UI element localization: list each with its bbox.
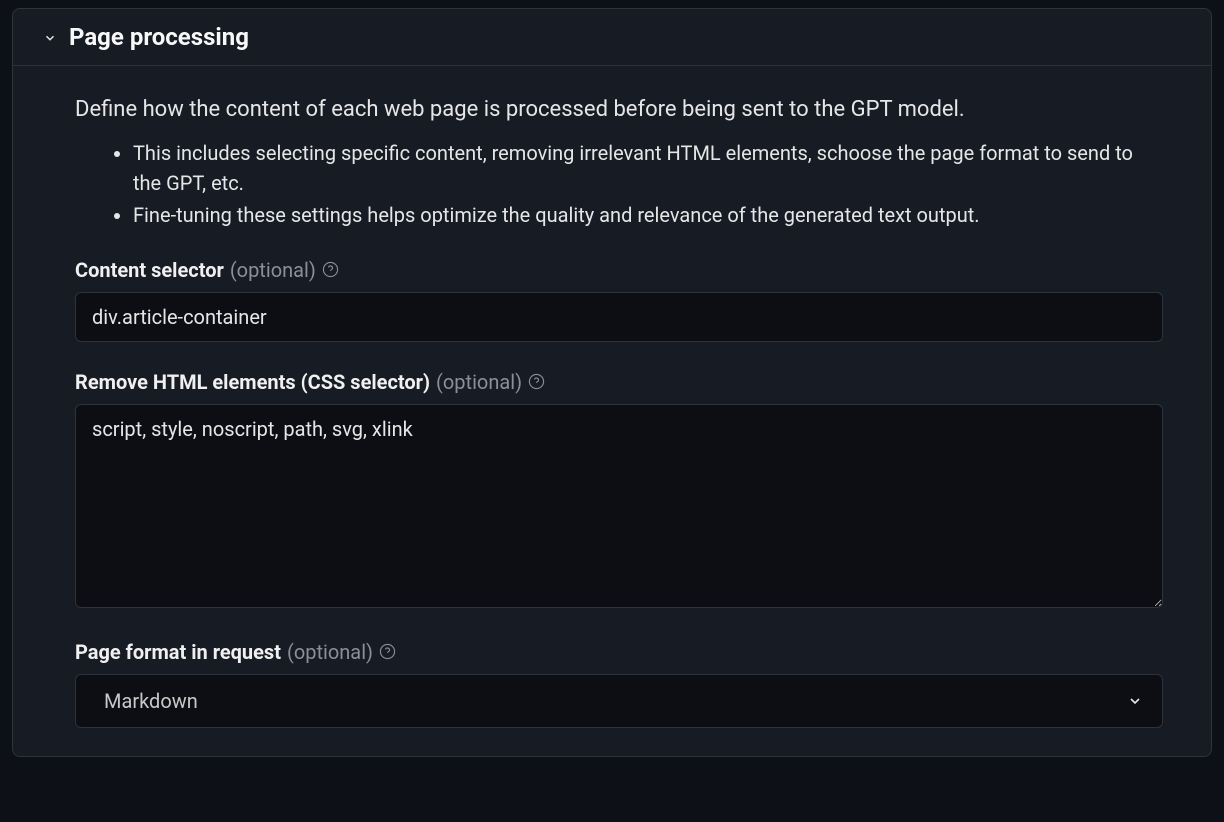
field-label-row: Content selector (optional) [75,258,1163,282]
select-wrapper: Markdown [75,674,1163,728]
optional-indicator: (optional) [230,258,316,282]
page-format-field: Page format in request (optional) Markdo… [75,640,1163,728]
chevron-down-icon [43,31,57,45]
content-selector-field: Content selector (optional) [75,258,1163,342]
panel-title: Page processing [69,23,249,51]
field-label-row: Remove HTML elements (CSS selector) (opt… [75,370,1163,394]
remove-html-field: Remove HTML elements (CSS selector) (opt… [75,370,1163,612]
content-selector-input[interactable] [75,292,1163,342]
optional-indicator: (optional) [287,640,373,664]
help-icon[interactable] [322,261,339,278]
remove-html-textarea[interactable] [75,404,1163,608]
page-format-label: Page format in request [75,640,281,664]
help-icon[interactable] [528,373,545,390]
page-processing-panel: Page processing Define how the content o… [12,8,1212,757]
page-format-select[interactable]: Markdown [75,674,1163,728]
remove-html-label: Remove HTML elements (CSS selector) [75,370,430,394]
bullet-item: This includes selecting specific content… [133,138,1163,198]
panel-body: Define how the content of each web page … [13,66,1211,756]
content-selector-label: Content selector [75,258,224,282]
optional-indicator: (optional) [436,370,522,394]
bullet-item: Fine-tuning these settings helps optimiz… [133,200,1163,230]
panel-header[interactable]: Page processing [13,9,1211,66]
help-icon[interactable] [379,643,396,660]
panel-description: Define how the content of each web page … [75,94,1163,126]
field-label-row: Page format in request (optional) [75,640,1163,664]
description-bullets: This includes selecting specific content… [75,138,1163,230]
